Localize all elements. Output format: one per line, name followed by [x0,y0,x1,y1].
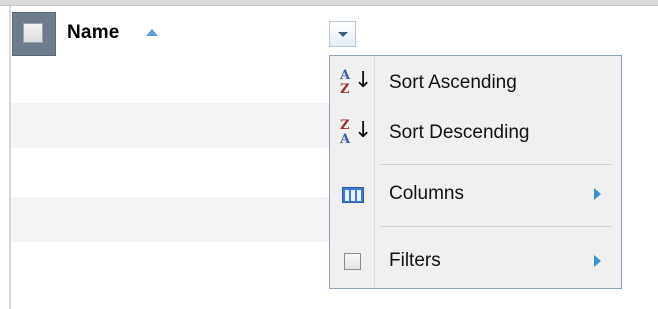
checkbox-icon [23,23,43,43]
sort-descending-icon: Z A ↓ [340,118,373,147]
select-all-checkbox[interactable] [12,12,56,56]
columns-icon [342,187,364,203]
menu-divider [380,164,612,165]
menu-item-label: Sort Ascending [389,72,517,93]
menu-item-label: Sort Descending [389,122,530,143]
menu-item-label: Columns [389,183,464,204]
filters-checkbox-icon[interactable] [344,253,361,270]
sort-asc-triangle-icon [146,29,158,36]
grid-row-stripe [11,103,329,148]
dropdown-arrow-icon [338,32,348,37]
column-header-name[interactable]: Name [67,22,120,44]
menu-item-sort-ascending[interactable]: A Z ↓ Sort Ascending [330,58,621,108]
grid-row-stripe [11,197,329,242]
menu-item-sort-descending[interactable]: Z A ↓ Sort Descending [330,108,621,158]
menu-item-label: Filters [389,250,441,271]
submenu-arrow-icon [594,188,601,200]
sort-ascending-icon: A Z ↓ [340,68,373,97]
column-context-menu: A Z ↓ Sort Ascending Z A ↓ Sort Descendi… [329,55,622,289]
menu-divider [380,226,612,227]
submenu-arrow-icon [594,255,601,267]
menu-item-filters[interactable]: Filters [330,236,621,286]
column-menu-trigger[interactable] [329,21,356,47]
menu-item-columns[interactable]: Columns [330,169,621,219]
